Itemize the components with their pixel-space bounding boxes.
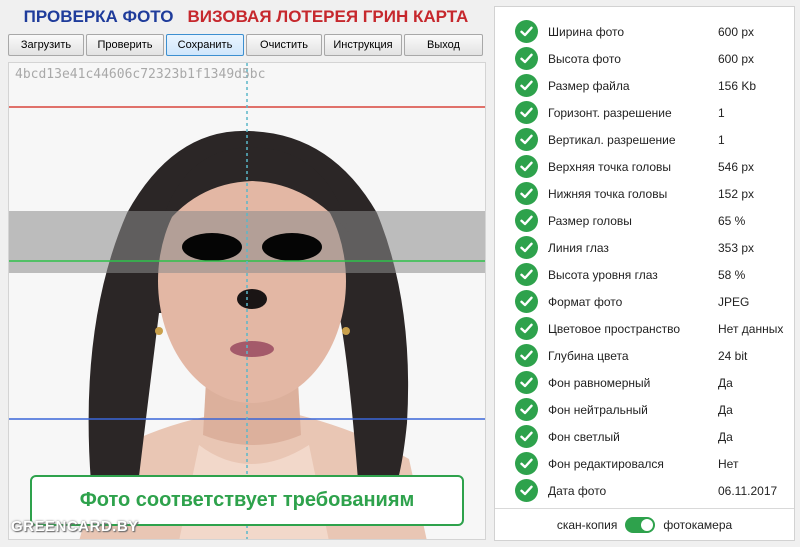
result-row: Верхняя точка головы 546 px — [495, 153, 794, 180]
result-row: Фон равномерный Да — [495, 369, 794, 396]
result-row: Ширина фото 600 px — [495, 18, 794, 45]
photo-preview: 4bcd13e41c44606c72323b1f1349d5bc — [8, 62, 486, 540]
check-icon — [515, 182, 538, 205]
result-row: Цветовое пространство Нет данных — [495, 315, 794, 342]
result-row: Формат фото JPEG — [495, 288, 794, 315]
instruction-button[interactable]: Инструкция — [324, 34, 402, 56]
result-label: Фон редактировался — [548, 456, 664, 471]
result-value: Да — [718, 375, 733, 390]
check-icon — [515, 263, 538, 286]
title-photo-check: ПРОВЕРКА ФОТО — [23, 7, 174, 26]
result-row: Высота уровня глаз 58 % — [495, 261, 794, 288]
result-row: Дата фото 06.11.2017 — [495, 477, 794, 504]
check-icon — [515, 236, 538, 259]
result-label: Формат фото — [548, 294, 623, 309]
result-value: 600 px — [718, 51, 755, 66]
result-label: Дата фото — [548, 483, 607, 498]
result-label: Нижняя точка головы — [548, 186, 668, 201]
photo-hash: 4bcd13e41c44606c72323b1f1349d5bc — [15, 67, 266, 82]
clear-button[interactable]: Очистить — [246, 34, 322, 56]
source-toggle[interactable] — [625, 516, 656, 533]
result-label: Фон равномерный — [548, 375, 651, 390]
source-toggle-bar: скан-копия фотокамера — [495, 508, 794, 540]
check-icon — [515, 74, 538, 97]
result-value: 06.11.2017 — [718, 483, 778, 498]
result-value: Да — [718, 402, 733, 417]
results-list: Ширина фото 600 px Высота фото 600 px Размер… — [495, 18, 794, 504]
exit-button[interactable]: Выход — [404, 34, 483, 56]
result-row: Фон нейтральный Да — [495, 396, 794, 423]
result-value: Нет — [718, 456, 739, 471]
result-value: 58 % — [718, 267, 746, 282]
camera-label: фотокамера — [663, 517, 733, 532]
result-label: Высота фото — [548, 51, 621, 66]
result-row: Горизонт. разрешение 1 — [495, 99, 794, 126]
result-row: Размер файла 156 Kb — [495, 72, 794, 99]
result-row: Вертикал. разрешение 1 — [495, 126, 794, 153]
portrait-illustration — [9, 63, 485, 539]
result-label: Размер головы — [548, 213, 632, 228]
check-icon — [515, 479, 538, 502]
result-value: Нет данных — [718, 321, 784, 336]
results-panel: Ширина фото 600 px Высота фото 600 px Размер… — [494, 6, 795, 541]
result-value: 1 — [718, 105, 725, 120]
result-label: Глубина цвета — [548, 348, 629, 363]
result-value: 152 px — [718, 186, 755, 201]
check-icon — [515, 128, 538, 151]
scan-copy-label: скан-копия — [556, 517, 618, 532]
check-icon — [515, 101, 538, 124]
check-icon — [515, 371, 538, 394]
result-value: 1 — [718, 132, 725, 147]
save-button[interactable]: Сохранить — [166, 34, 244, 56]
result-row: Линия глаз 353 px — [495, 234, 794, 261]
result-label: Горизонт. разрешение — [548, 105, 672, 120]
check-icon — [515, 425, 538, 448]
check-icon — [515, 209, 538, 232]
result-row: Размер головы 65 % — [495, 207, 794, 234]
result-label: Вертикал. разрешение — [548, 132, 676, 147]
result-value: JPEG — [718, 294, 750, 309]
title-lottery: ВИЗОВАЯ ЛОТЕРЕЯ ГРИН КАРТА — [187, 7, 469, 26]
result-value: 156 Kb — [718, 78, 757, 93]
result-value: 65 % — [718, 213, 746, 228]
result-value: 600 px — [718, 24, 755, 39]
result-row: Фон светлый Да — [495, 423, 794, 450]
toggle-knob — [641, 518, 654, 531]
toolbar: Загрузить Проверить Сохранить Очистить И… — [8, 34, 486, 56]
check-icon — [515, 290, 538, 313]
result-label: Цветовое пространство — [548, 321, 681, 336]
check-icon — [515, 20, 538, 43]
result-label: Фон светлый — [548, 429, 620, 444]
result-label: Ширина фото — [548, 24, 625, 39]
watermark: GREENCARD.BY — [11, 518, 139, 535]
check-icon — [515, 452, 538, 475]
result-row: Высота фото 600 px — [495, 45, 794, 72]
result-label: Линия глаз — [548, 240, 609, 255]
result-label: Высота уровня глаз — [548, 267, 658, 282]
check-button[interactable]: Проверить — [86, 34, 164, 56]
check-icon — [515, 317, 538, 340]
result-value: 546 px — [718, 159, 755, 174]
result-value: 24 bit — [718, 348, 748, 363]
result-label: Размер файла — [548, 78, 630, 93]
result-label: Верхняя точка головы — [548, 159, 672, 174]
result-value: Да — [718, 429, 733, 444]
result-row: Фон редактировался Нет — [495, 450, 794, 477]
result-row: Глубина цвета 24 bit — [495, 342, 794, 369]
check-icon — [515, 47, 538, 70]
load-button[interactable]: Загрузить — [8, 34, 84, 56]
result-value: 353 px — [718, 240, 755, 255]
result-row: Нижняя точка головы 152 px — [495, 180, 794, 207]
app-header: ПРОВЕРКА ФОТО ВИЗОВАЯ ЛОТЕРЕЯ ГРИН КАРТА — [0, 0, 492, 34]
check-icon — [515, 398, 538, 421]
check-icon — [515, 344, 538, 367]
check-icon — [515, 155, 538, 178]
result-label: Фон нейтральный — [548, 402, 648, 417]
